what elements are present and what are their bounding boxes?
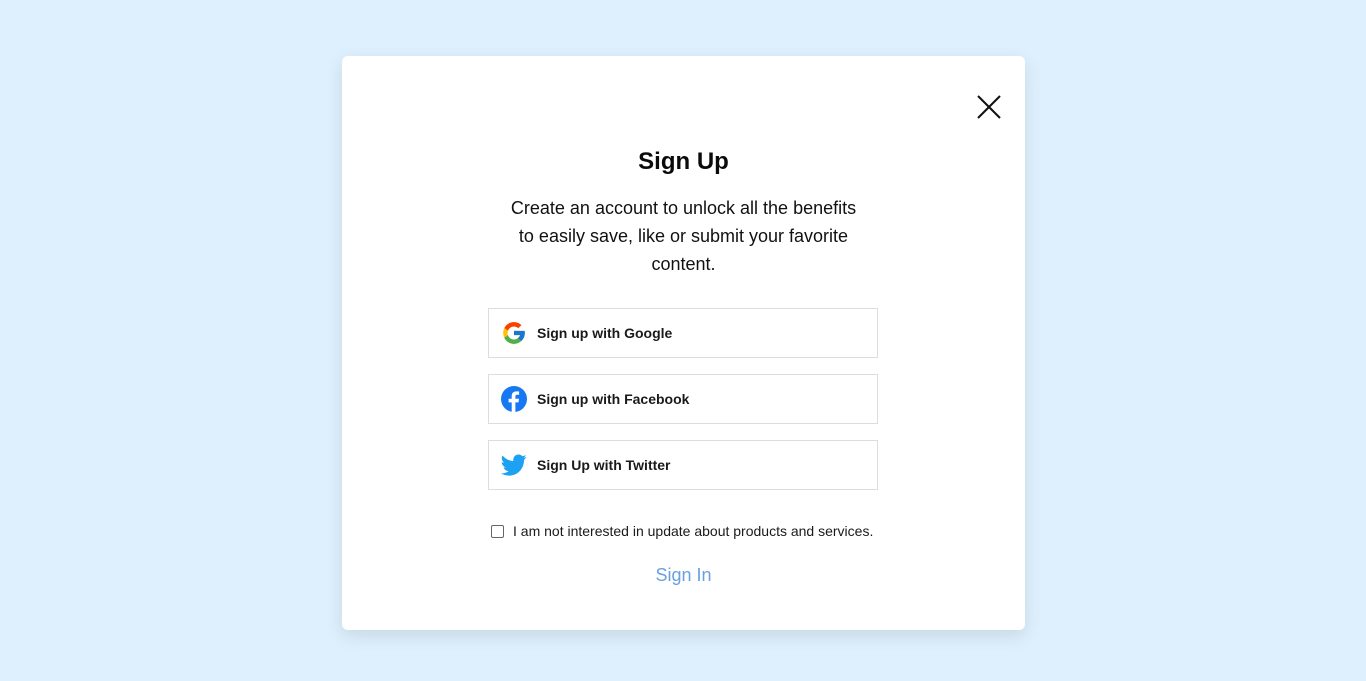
facebook-signup-label: Sign up with Facebook <box>537 391 690 407</box>
signin-link[interactable]: Sign In <box>342 565 1025 586</box>
twitter-signup-button[interactable]: Sign Up with Twitter <box>488 440 878 490</box>
facebook-icon <box>500 385 528 413</box>
signup-modal: Sign Up Create an account to unlock all … <box>342 56 1025 630</box>
modal-subtitle: Create an account to unlock all the bene… <box>510 198 857 274</box>
twitter-signup-label: Sign Up with Twitter <box>537 457 671 473</box>
close-button[interactable] <box>976 94 1002 120</box>
twitter-icon <box>500 451 528 479</box>
facebook-signup-button[interactable]: Sign up with Facebook <box>488 374 878 424</box>
modal-title: Sign Up <box>638 148 729 175</box>
optout-row: I am not interested in update about prod… <box>491 523 873 539</box>
google-signup-button[interactable]: Sign up with Google <box>488 308 878 358</box>
close-icon <box>976 94 1002 120</box>
google-icon <box>500 319 528 347</box>
optout-label: I am not interested in update about prod… <box>513 523 874 539</box>
google-signup-label: Sign up with Google <box>537 325 673 341</box>
optout-checkbox[interactable] <box>491 524 504 538</box>
